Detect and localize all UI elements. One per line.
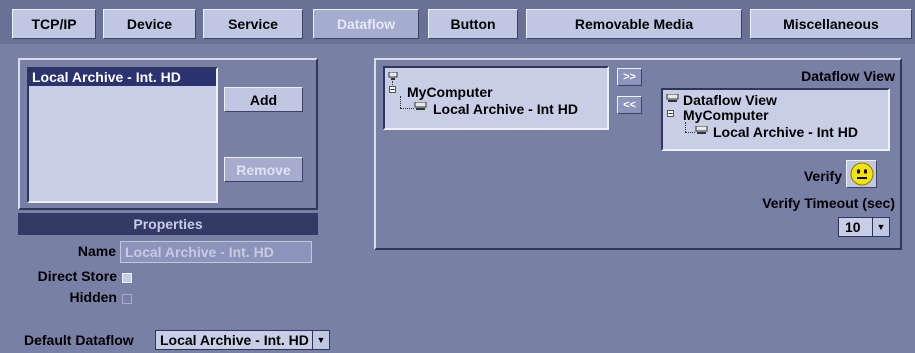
dataflow-listbox[interactable]: Local Archive - Int. HD — [27, 67, 218, 203]
chevron-down-icon: ▼ — [312, 331, 329, 349]
tree-connector — [400, 96, 401, 108]
tree-node-local-archive[interactable]: Local Archive - Int HD — [433, 101, 578, 117]
hidden-checkbox[interactable] — [122, 294, 132, 304]
move-right-button[interactable]: >> — [617, 68, 642, 86]
remove-button[interactable]: Remove — [224, 157, 303, 182]
tree-connector — [685, 122, 686, 132]
tree-connector — [685, 132, 695, 133]
tab-button[interactable]: Button — [428, 9, 518, 39]
dataflow-view-tree[interactable]: Dataflow View − MyComputer Local Archive… — [661, 88, 890, 151]
tab-bar: TCP/IP Device Service Dataflow Button Re… — [0, 0, 915, 44]
name-field[interactable]: Local Archive - Int. HD — [120, 241, 312, 263]
verify-label: Verify — [803, 168, 842, 184]
dataflow-icon — [666, 94, 679, 102]
neutral-face-icon — [850, 162, 873, 186]
chevron-down-icon: ▼ — [872, 218, 889, 236]
verify-timeout-select[interactable]: 10 ▼ — [838, 217, 890, 237]
default-dataflow-select[interactable]: Local Archive - Int. HD ▼ — [155, 330, 330, 350]
default-dataflow-label: Default Dataflow — [24, 332, 134, 348]
archive-icon — [414, 102, 427, 110]
tab-service[interactable]: Service — [203, 9, 303, 39]
default-dataflow-value: Local Archive - Int. HD — [160, 332, 309, 348]
hidden-label: Hidden — [69, 289, 117, 305]
tree-node-mycomputer[interactable]: MyComputer — [407, 84, 493, 100]
tree-node-local-archive[interactable]: Local Archive - Int HD — [713, 124, 858, 140]
archive-icon — [695, 126, 708, 134]
tab-removable-media[interactable]: Removable Media — [526, 9, 742, 39]
direct-store-label: Direct Store — [37, 268, 117, 284]
tab-miscellaneous[interactable]: Miscellaneous — [750, 9, 912, 39]
move-left-button[interactable]: << — [617, 96, 642, 114]
computer-icon — [388, 72, 398, 80]
properties-header: Properties — [18, 213, 318, 235]
verify-timeout-label: Verify Timeout (sec) — [762, 195, 895, 211]
tab-dataflow[interactable]: Dataflow — [313, 9, 419, 39]
dataflow-list-item[interactable]: Local Archive - Int. HD — [29, 69, 216, 86]
name-label: Name — [77, 243, 116, 259]
tab-tcpip[interactable]: TCP/IP — [12, 9, 96, 39]
tree-connector — [400, 108, 414, 109]
tree-node-dataflow-view[interactable]: Dataflow View — [683, 92, 777, 108]
device-tree[interactable]: − MyComputer Local Archive - Int HD — [383, 66, 609, 130]
dataflow-view-title: Dataflow View — [801, 68, 895, 84]
collapse-icon[interactable]: − — [667, 110, 674, 118]
tab-device[interactable]: Device — [103, 9, 196, 39]
verify-button[interactable] — [846, 160, 877, 188]
direct-store-checkbox[interactable] — [122, 273, 132, 283]
verify-timeout-value: 10 — [845, 219, 861, 235]
tree-node-mycomputer[interactable]: MyComputer — [683, 107, 769, 123]
add-button[interactable]: Add — [224, 87, 303, 112]
collapse-icon[interactable]: − — [389, 86, 396, 94]
